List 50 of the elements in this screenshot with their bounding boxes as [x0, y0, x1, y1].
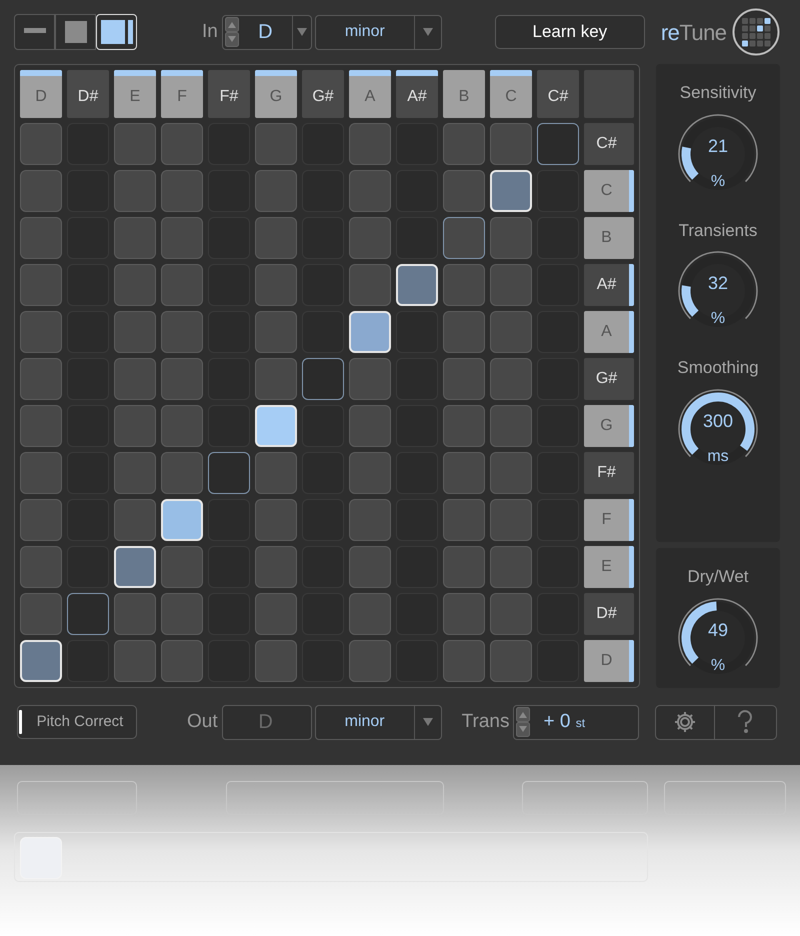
caret-icon: [422, 718, 433, 726]
knob-label: Smoothing: [677, 357, 759, 379]
row-note-label[interactable]: F#: [584, 452, 634, 494]
row-note-label[interactable]: A#: [584, 264, 634, 306]
stepper-arrows-icon[interactable]: [516, 707, 530, 737]
pitch-correct-button[interactable]: Pitch Correct: [17, 705, 137, 739]
grid-pad[interactable]: [208, 452, 250, 494]
grid-pad[interactable]: [67, 593, 109, 635]
header-corner: [584, 70, 634, 118]
knob-value: 21: [706, 136, 730, 154]
scale-dropdown[interactable]: minor: [314, 14, 442, 50]
knob-label: Transients: [678, 220, 758, 242]
knob-value: 49: [706, 620, 730, 638]
knob-unit: ms: [706, 448, 730, 464]
grid-pad[interactable]: [302, 358, 344, 400]
column-note-header[interactable]: F#: [208, 70, 250, 118]
stepper-arrows-icon[interactable]: [224, 17, 239, 47]
caret-icon: [296, 28, 307, 36]
grid-pad[interactable]: [443, 217, 485, 259]
knob-value: 300: [702, 412, 734, 430]
caret-icon: [422, 28, 433, 36]
column-note-header[interactable]: A#: [396, 70, 438, 118]
transpose-label: Trans: [462, 710, 510, 734]
settings-button[interactable]: [654, 704, 714, 740]
key-field[interactable]: D: [222, 14, 312, 50]
help-button[interactable]: [714, 704, 776, 740]
panel-icon: [100, 20, 132, 44]
transpose-field[interactable]: + 0 st: [512, 704, 638, 740]
help-icon: [737, 710, 753, 734]
row-note-label[interactable]: G#: [584, 358, 634, 400]
knob-unit: %: [710, 658, 726, 674]
grid-pad[interactable]: [537, 123, 579, 165]
row-note-label[interactable]: C#: [584, 123, 634, 165]
settings-icon: [672, 710, 696, 734]
knob-unit: %: [710, 174, 726, 190]
thin-bar-icon: [24, 28, 46, 36]
learn-key-button[interactable]: Learn key: [494, 15, 645, 49]
column-note-header[interactable]: C#: [537, 70, 579, 118]
knob-unit: %: [710, 311, 726, 327]
key-label: In: [202, 20, 218, 44]
logo-text: reTune: [660, 18, 726, 46]
square-icon: [64, 21, 86, 43]
column-note-header[interactable]: G#: [302, 70, 344, 118]
knob-label: Sensitivity: [680, 82, 756, 104]
key-label: Out: [187, 710, 218, 734]
column-note-header[interactable]: D#: [67, 70, 109, 118]
knob-value: 32: [706, 274, 730, 292]
row-note-label[interactable]: D#: [584, 593, 634, 635]
logo-icon: [732, 8, 780, 56]
knob-label: Dry/Wet: [687, 566, 749, 588]
